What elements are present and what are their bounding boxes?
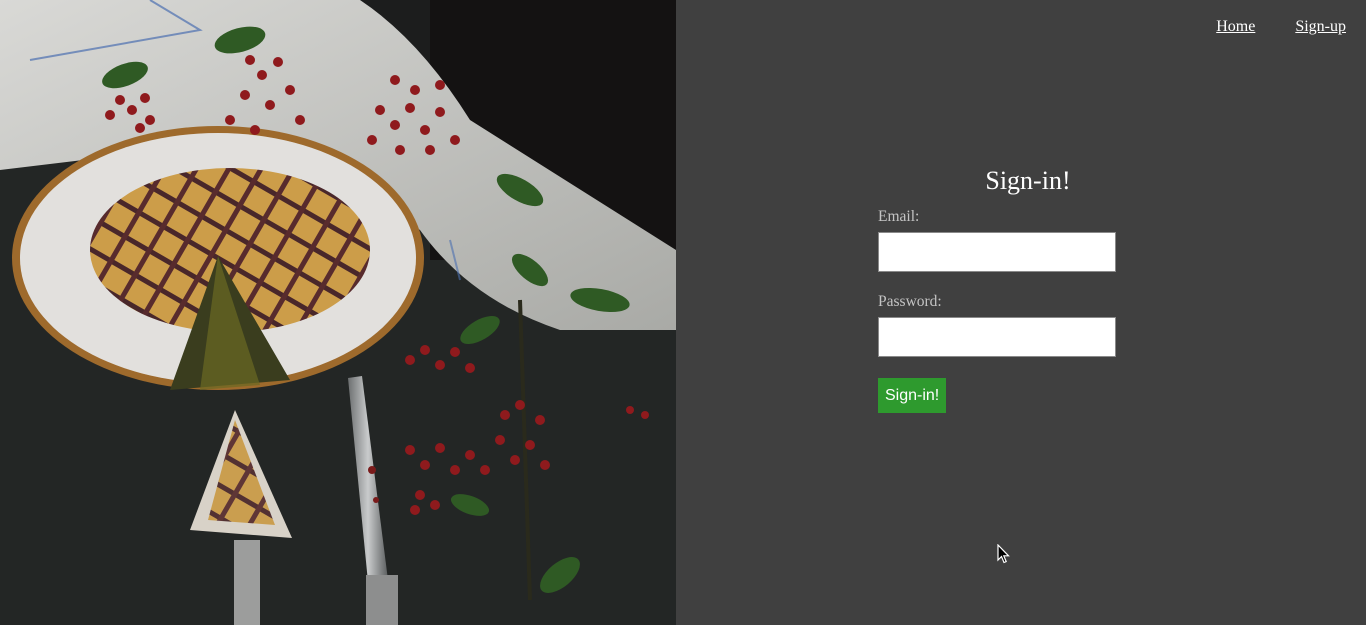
mouse-pointer-icon [997, 544, 1010, 564]
password-label: Password: [878, 293, 942, 310]
form-title: Sign-in! [985, 166, 1071, 195]
nav-link-home[interactable]: Home [1216, 18, 1255, 36]
email-label: Email: [878, 208, 920, 225]
top-nav: Home Sign-up [1216, 18, 1346, 36]
sign-in-page: Home Sign-up Sign-in! Email: Password: S… [0, 0, 1366, 625]
nav-link-sign-up[interactable]: Sign-up [1295, 18, 1346, 36]
lattice-tart-photo [0, 0, 676, 625]
password-field[interactable] [878, 317, 1116, 357]
hero-photo-panel [0, 0, 676, 625]
email-field[interactable] [878, 232, 1116, 272]
sign-in-form: Sign-in! Email: Password: Sign-in! [878, 164, 1178, 413]
sign-in-button[interactable]: Sign-in! [878, 378, 947, 413]
sign-in-panel: Home Sign-up Sign-in! Email: Password: S… [676, 0, 1366, 625]
